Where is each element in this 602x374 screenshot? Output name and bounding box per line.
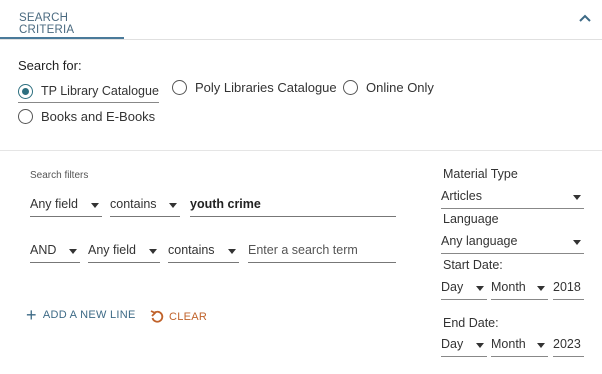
start-year-input[interactable]: 2018 bbox=[553, 277, 584, 300]
radio-label: Poly Libraries Catalogue bbox=[195, 80, 337, 95]
row1-search-term-input[interactable]: youth crime bbox=[190, 194, 396, 217]
dropdown-arrow-icon bbox=[476, 286, 484, 291]
radio-selected-icon bbox=[18, 83, 33, 99]
dropdown-arrow-icon bbox=[476, 343, 484, 348]
row1-field-select[interactable]: Any field bbox=[30, 194, 102, 217]
radio-unselected-icon bbox=[343, 80, 358, 95]
end-month-select[interactable]: Month bbox=[491, 334, 548, 357]
end-day-select[interactable]: Day bbox=[441, 334, 487, 357]
plus-icon: + bbox=[26, 305, 37, 325]
row2-operator-select[interactable]: contains bbox=[168, 240, 239, 263]
row1-operator-select[interactable]: contains bbox=[110, 194, 180, 217]
section-divider bbox=[0, 150, 602, 151]
row2-boolean-select[interactable]: AND bbox=[30, 240, 80, 263]
end-date-label: End Date: bbox=[443, 316, 499, 330]
radio-unselected-icon bbox=[18, 109, 33, 124]
row2-field-select[interactable]: Any field bbox=[88, 240, 160, 263]
tab-search-criteria-label: SEARCH CRITERIA bbox=[19, 12, 75, 36]
tab-search-criteria[interactable]: SEARCH CRITERIA bbox=[0, 0, 124, 39]
dropdown-arrow-icon bbox=[69, 249, 77, 254]
material-type-label: Material Type bbox=[443, 167, 518, 181]
clear-button[interactable]: CLEAR bbox=[150, 309, 207, 324]
dropdown-arrow-icon bbox=[573, 240, 581, 245]
dropdown-arrow-icon bbox=[537, 286, 545, 291]
start-month-select[interactable]: Month bbox=[491, 277, 548, 300]
start-day-select[interactable]: Day bbox=[441, 277, 487, 300]
add-new-line-label: ADD A NEW LINE bbox=[42, 309, 136, 321]
end-year-input[interactable]: 2023 bbox=[553, 334, 584, 357]
radio-unselected-icon bbox=[172, 80, 187, 95]
language-label: Language bbox=[443, 212, 499, 226]
radio-poly-libraries-catalogue[interactable]: Poly Libraries Catalogue bbox=[172, 80, 337, 95]
search-criteria-tabbar: SEARCH CRITERIA bbox=[0, 0, 602, 40]
clear-label: CLEAR bbox=[169, 310, 208, 323]
radio-online-only[interactable]: Online Only bbox=[343, 80, 434, 95]
material-type-select[interactable]: Articles bbox=[441, 186, 584, 209]
search-filters-label: Search filters bbox=[30, 170, 89, 181]
radio-label: Online Only bbox=[366, 80, 434, 95]
start-date-label: Start Date: bbox=[443, 258, 503, 272]
dropdown-arrow-icon bbox=[228, 249, 236, 254]
dropdown-arrow-icon bbox=[537, 343, 545, 348]
search-for-label: Search for: bbox=[18, 58, 82, 73]
dropdown-arrow-icon bbox=[91, 203, 99, 208]
add-new-line-button[interactable]: + ADD A NEW LINE bbox=[26, 305, 136, 325]
dropdown-arrow-icon bbox=[573, 195, 581, 200]
radio-tp-library-catalogue[interactable]: TP Library Catalogue bbox=[18, 80, 159, 103]
row2-search-term-input[interactable]: Enter a search term bbox=[248, 240, 396, 263]
radio-books-and-ebooks[interactable]: Books and E-Books bbox=[18, 109, 155, 124]
dropdown-arrow-icon bbox=[169, 203, 177, 208]
chevron-up-icon[interactable] bbox=[578, 11, 592, 23]
radio-label: TP Library Catalogue bbox=[41, 84, 159, 98]
dropdown-arrow-icon bbox=[149, 249, 157, 254]
radio-label: Books and E-Books bbox=[41, 109, 156, 124]
undo-icon bbox=[150, 310, 164, 323]
language-select[interactable]: Any language bbox=[441, 231, 584, 254]
